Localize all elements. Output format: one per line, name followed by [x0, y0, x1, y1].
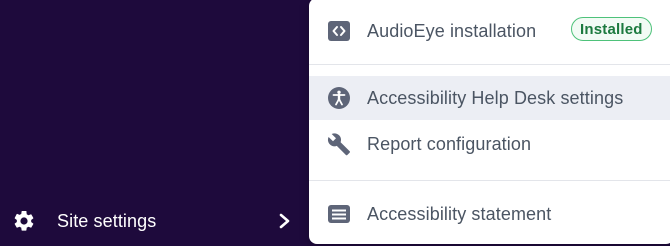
code-brackets-icon — [328, 21, 350, 41]
chevron-right-icon — [279, 213, 290, 229]
gear-icon — [14, 210, 34, 231]
site-settings-dropdown-menu: AudioEye installation Installed Accessib… — [309, 0, 670, 244]
accessibility-person-icon — [328, 87, 350, 109]
wrench-icon — [327, 133, 350, 156]
menu-item-label: Report configuration — [367, 134, 532, 154]
app-root: Site settings AudioEye installation Inst… — [0, 0, 670, 246]
menu-divider — [309, 64, 670, 65]
menu-item-label: AudioEye installation — [367, 21, 537, 41]
menu-item-report-configuration[interactable]: Report configuration — [309, 122, 670, 166]
installed-status-badge: Installed — [571, 17, 652, 41]
menu-item-label: Accessibility Help Desk settings — [367, 88, 624, 108]
site-settings-nav-item[interactable]: Site settings — [0, 196, 305, 246]
menu-item-accessibility-help-desk-settings[interactable]: Accessibility Help Desk settings — [309, 76, 670, 120]
document-lines-icon — [328, 205, 350, 223]
menu-divider — [309, 180, 670, 181]
menu-item-label: Accessibility statement — [367, 204, 552, 224]
site-settings-label: Site settings — [57, 211, 157, 231]
menu-item-accessibility-statement[interactable]: Accessibility statement — [309, 192, 670, 236]
